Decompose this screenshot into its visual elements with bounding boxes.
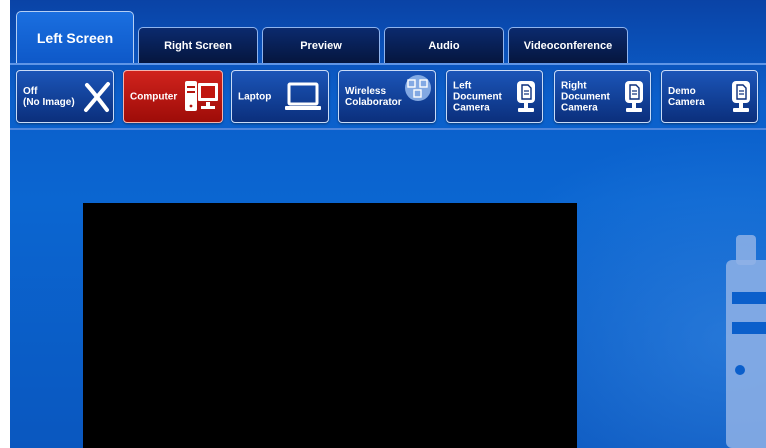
tab-left-screen[interactable]: Left Screen (16, 11, 134, 64)
x-icon (84, 82, 110, 112)
tab-videoconference[interactable]: Videoconference (508, 27, 628, 63)
source-label: Laptop (238, 91, 272, 102)
source-wireless-collaborator-button[interactable]: Wireless Colaborator (338, 70, 436, 123)
source-demo-camera-button[interactable]: Demo Camera (661, 70, 758, 123)
source-laptop-button[interactable]: Laptop (231, 70, 329, 123)
source-label: Demo Camera (668, 85, 705, 108)
source-computer-button[interactable]: Computer (123, 70, 223, 123)
tab-audio[interactable]: Audio (384, 27, 504, 63)
source-label: Wireless Colaborator (345, 85, 402, 108)
source-label: Left Document Camera (453, 80, 502, 113)
tab-label: Audio (428, 39, 460, 52)
video-preview-window (83, 203, 577, 448)
document-camera-icon (517, 81, 535, 112)
wireless-collaborator-icon (405, 75, 431, 101)
tab-label: Preview (300, 39, 342, 52)
control-panel: Left Screen Right Screen Preview Audio V… (10, 0, 766, 448)
document-camera-icon (625, 81, 643, 112)
tab-divider (10, 63, 766, 65)
tab-label: Right Screen (164, 39, 232, 52)
laptop-icon (285, 82, 321, 110)
source-right-document-camera-button[interactable]: Right Document Camera (554, 70, 651, 123)
source-left-document-camera-button[interactable]: Left Document Camera (446, 70, 543, 123)
source-label: Right Document Camera (561, 80, 610, 113)
tab-right-screen[interactable]: Right Screen (138, 27, 258, 63)
source-label: Computer (130, 91, 178, 102)
computer-icon (185, 81, 218, 111)
tab-bar: Left Screen Right Screen Preview Audio V… (10, 0, 766, 64)
source-off-button[interactable]: Off (No Image) (16, 70, 114, 123)
source-label: Off (No Image) (23, 85, 75, 108)
tab-label: Left Screen (36, 30, 114, 46)
tab-label: Videoconference (523, 39, 613, 52)
background-computer-icon (726, 235, 766, 448)
source-row-divider (10, 128, 766, 130)
tab-preview[interactable]: Preview (262, 27, 380, 63)
document-camera-icon (732, 81, 750, 112)
